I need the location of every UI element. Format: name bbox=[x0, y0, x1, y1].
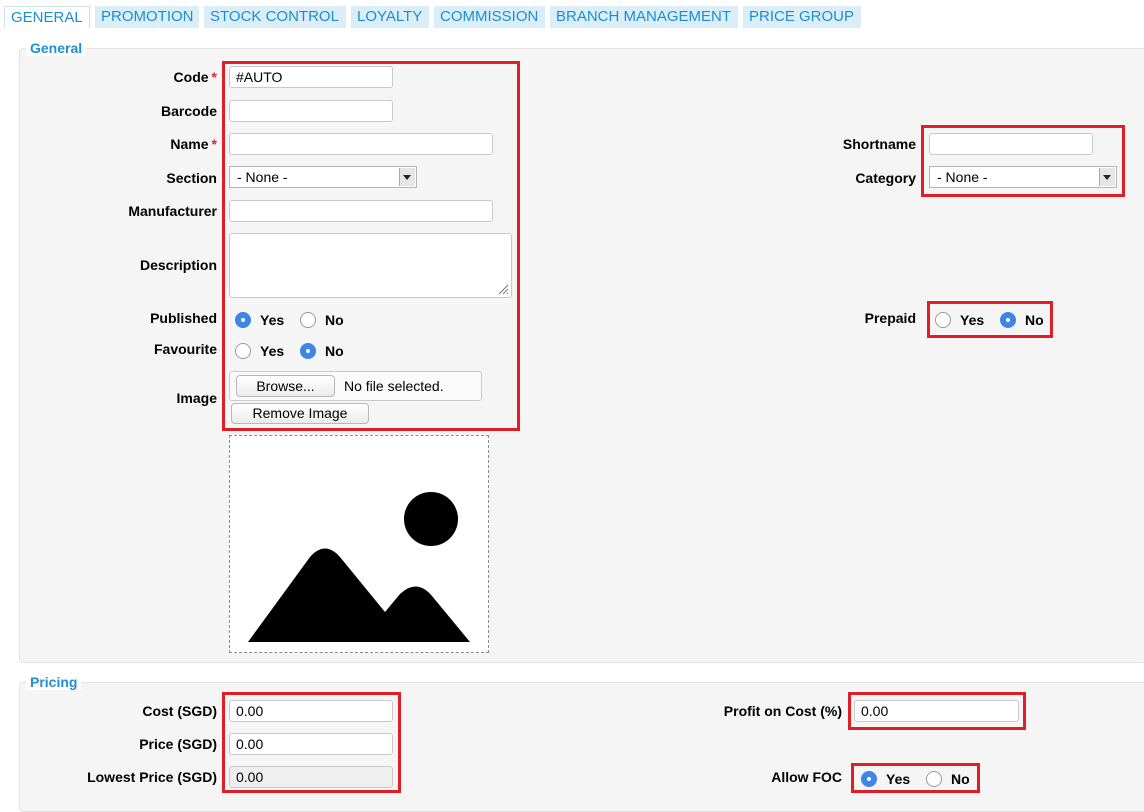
cost-input[interactable] bbox=[229, 700, 393, 722]
remove-image-button[interactable]: Remove Image bbox=[231, 403, 369, 424]
tab-promotion[interactable]: PROMOTION bbox=[95, 6, 199, 28]
price-label: Price (SGD) bbox=[139, 736, 217, 752]
section-select-value: - None - bbox=[237, 169, 288, 185]
tab-stock-control[interactable]: STOCK CONTROL bbox=[204, 6, 346, 28]
published-label: Published bbox=[150, 310, 217, 326]
code-label: Code * bbox=[173, 69, 217, 85]
code-input[interactable] bbox=[229, 66, 393, 88]
tab-loyalty[interactable]: LOYALTY bbox=[351, 6, 429, 28]
tab-price-group[interactable]: PRICE GROUP bbox=[743, 6, 861, 28]
manufacturer-label: Manufacturer bbox=[128, 203, 217, 219]
file-status: No file selected. bbox=[344, 378, 444, 394]
image-preview bbox=[229, 435, 489, 653]
image-placeholder-icon bbox=[248, 492, 470, 642]
published-no-radio[interactable] bbox=[300, 312, 316, 328]
name-input[interactable] bbox=[229, 133, 493, 155]
favourite-no-label: No bbox=[325, 343, 344, 359]
description-textarea[interactable] bbox=[229, 233, 512, 298]
allow-foc-no-radio[interactable] bbox=[926, 771, 942, 787]
category-label: Category bbox=[855, 170, 916, 186]
allow-foc-label: Allow FOC bbox=[771, 769, 842, 785]
description-label: Description bbox=[139, 257, 217, 273]
chevron-down-icon bbox=[399, 168, 415, 186]
allow-foc-yes-radio[interactable] bbox=[861, 771, 877, 787]
prepaid-yes-radio[interactable] bbox=[935, 312, 951, 328]
category-select-value: - None - bbox=[937, 169, 988, 185]
barcode-label: Barcode bbox=[160, 103, 217, 119]
shortname-label: Shortname bbox=[842, 136, 916, 152]
file-input[interactable]: Browse... No file selected. bbox=[229, 371, 482, 401]
name-label: Name * bbox=[170, 136, 217, 152]
published-yes-label: Yes bbox=[260, 312, 285, 328]
favourite-label: Favourite bbox=[153, 341, 217, 357]
price-input[interactable] bbox=[229, 733, 393, 755]
tab-branch-management[interactable]: BRANCH MANAGEMENT bbox=[550, 6, 738, 28]
pricing-legend: Pricing bbox=[26, 674, 82, 690]
general-legend: General bbox=[26, 40, 87, 56]
tab-commission[interactable]: COMMISSION bbox=[434, 6, 545, 28]
section-select[interactable]: - None - bbox=[229, 166, 417, 188]
resize-grip-icon[interactable] bbox=[497, 283, 509, 295]
prepaid-no-radio[interactable] bbox=[1000, 312, 1016, 328]
lowest-price-input[interactable] bbox=[229, 766, 393, 788]
prepaid-no-label: No bbox=[1025, 312, 1044, 328]
section-label: Section bbox=[166, 170, 217, 186]
lowest-price-label: Lowest Price (SGD) bbox=[87, 769, 217, 785]
image-label: Image bbox=[176, 390, 217, 406]
allow-foc-yes-label: Yes bbox=[886, 771, 911, 787]
chevron-down-icon bbox=[1099, 168, 1115, 186]
favourite-no-radio[interactable] bbox=[300, 343, 316, 359]
profit-on-cost-label: Profit on Cost (%) bbox=[723, 703, 842, 719]
browse-button[interactable]: Browse... bbox=[236, 375, 335, 397]
cost-label: Cost (SGD) bbox=[142, 703, 217, 719]
published-no-label: No bbox=[325, 312, 344, 328]
manufacturer-input[interactable] bbox=[229, 200, 493, 222]
published-yes-radio[interactable] bbox=[235, 312, 251, 328]
prepaid-yes-label: Yes bbox=[960, 312, 985, 328]
favourite-yes-label: Yes bbox=[260, 343, 285, 359]
profit-on-cost-input[interactable] bbox=[854, 700, 1019, 722]
shortname-input[interactable] bbox=[929, 133, 1093, 155]
category-select[interactable]: - None - bbox=[929, 166, 1117, 188]
tab-general[interactable]: GENERAL bbox=[4, 6, 90, 28]
allow-foc-no-label: No bbox=[951, 771, 970, 787]
favourite-yes-radio[interactable] bbox=[235, 343, 251, 359]
barcode-input[interactable] bbox=[229, 100, 393, 122]
prepaid-label: Prepaid bbox=[864, 310, 916, 326]
